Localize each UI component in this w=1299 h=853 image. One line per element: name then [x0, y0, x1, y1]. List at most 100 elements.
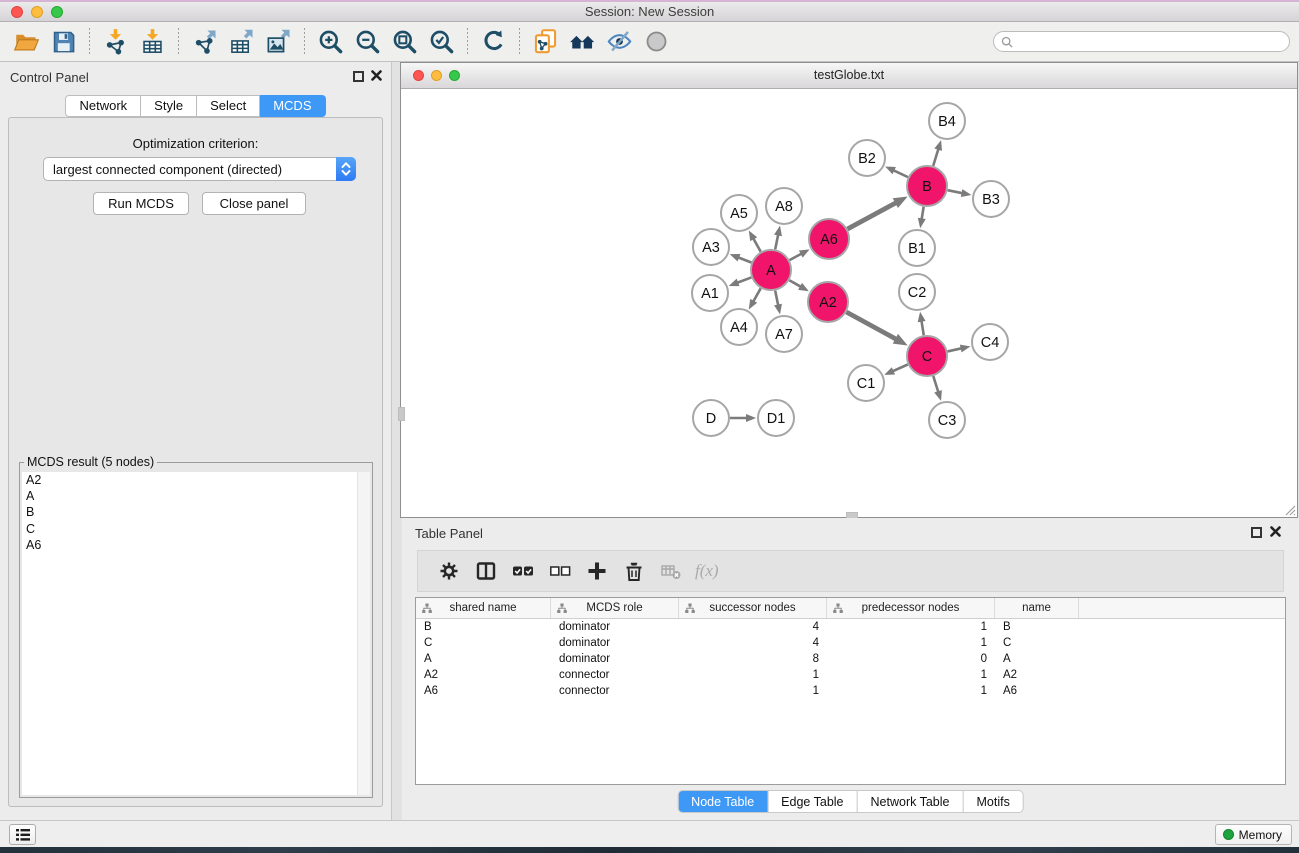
delete-table-button[interactable]	[652, 554, 689, 588]
graph-edge-A-A1[interactable]	[736, 277, 751, 283]
memory-button[interactable]: Memory	[1215, 824, 1292, 845]
column-header-successor-nodes[interactable]: successor nodes	[679, 598, 827, 618]
table-cell: 4	[679, 621, 827, 633]
task-history-button[interactable]	[9, 824, 36, 845]
column-header-predecessor-nodes[interactable]: predecessor nodes	[827, 598, 995, 618]
graph-edge-A-A4[interactable]	[753, 288, 761, 302]
export-network-button[interactable]	[186, 26, 223, 58]
table-row[interactable]: Cdominator41C	[416, 635, 1285, 651]
vertical-scroll-thumb[interactable]	[398, 407, 405, 421]
tab-network-table[interactable]: Network Table	[857, 791, 963, 812]
add-column-button[interactable]	[578, 554, 615, 588]
clone-network-button[interactable]	[527, 26, 564, 58]
column-layout-button[interactable]	[467, 554, 504, 588]
table-row[interactable]: A2connector11A2	[416, 667, 1285, 683]
open-session-button[interactable]	[8, 26, 45, 58]
refresh-button[interactable]	[475, 26, 512, 58]
graph-edge-B-B1[interactable]	[921, 207, 923, 221]
tab-select[interactable]: Select	[197, 95, 260, 117]
network-canvas[interactable]: B4B2BB3A5A8A6A3B1AA1C2A2A4A7C4CC1DD1C3	[401, 90, 1297, 517]
result-list-scrollbar[interactable]	[357, 472, 370, 795]
function-builder-button[interactable]: f(x)	[689, 561, 719, 581]
graph-edge-C-C2[interactable]	[921, 320, 923, 336]
mcds-result-box: MCDS result (5 nodes) A2ABCA6	[19, 455, 373, 798]
table-row[interactable]: Adominator80A	[416, 651, 1285, 667]
graph-edge-B-B2[interactable]	[892, 170, 908, 177]
export-table-button[interactable]	[223, 26, 260, 58]
graph-edge-B-B3[interactable]	[948, 190, 964, 193]
close-window-button[interactable]	[11, 6, 23, 18]
result-item[interactable]: B	[22, 504, 370, 520]
graph-edge-A-A5[interactable]	[753, 237, 761, 251]
graph-edge-A-A6[interactable]	[790, 253, 803, 260]
zoom-window-button[interactable]	[51, 6, 63, 18]
graph-node-label: A1	[701, 286, 719, 302]
export-image-button[interactable]	[260, 26, 297, 58]
tab-edge-table[interactable]: Edge Table	[767, 791, 856, 812]
graph-edge-B-B4[interactable]	[933, 148, 939, 166]
tab-node-table[interactable]: Node Table	[678, 791, 767, 812]
table-cell: A	[416, 653, 551, 665]
import-network-button[interactable]	[97, 26, 134, 58]
search-box	[993, 31, 1290, 52]
zoom-out-button[interactable]	[349, 26, 386, 58]
eye-icon	[643, 28, 670, 55]
resize-grip[interactable]	[1282, 502, 1296, 516]
network-minimize-button[interactable]	[431, 70, 442, 81]
column-settings-button[interactable]	[430, 554, 467, 588]
network-zoom-button[interactable]	[449, 70, 460, 81]
tab-motifs[interactable]: Motifs	[962, 791, 1022, 812]
close-panel-icon[interactable]	[370, 69, 383, 82]
table-row[interactable]: Bdominator41B	[416, 619, 1285, 635]
node-table-body: Bdominator41BCdominator41CAdominator80AA…	[416, 619, 1285, 699]
close-table-panel-icon[interactable]	[1269, 525, 1282, 538]
network-window-titlebar[interactable]: testGlobe.txt	[401, 63, 1297, 89]
result-item[interactable]: A	[22, 488, 370, 504]
delete-column-button[interactable]	[615, 554, 652, 588]
close-panel-button[interactable]: Close panel	[202, 192, 306, 215]
save-session-button[interactable]	[45, 26, 82, 58]
select-all-button[interactable]	[504, 554, 541, 588]
graph-edge-arrowhead	[934, 140, 942, 151]
zoom-selected-button[interactable]	[423, 26, 460, 58]
zoom-fit-button[interactable]	[386, 26, 423, 58]
graph-edge-C-C4[interactable]	[947, 348, 962, 351]
result-item[interactable]: C	[22, 521, 370, 537]
graph-edge-A6-B[interactable]	[847, 202, 897, 229]
table-cell: A2	[995, 669, 1079, 681]
table-row[interactable]: A6connector11A6	[416, 683, 1285, 699]
graph-edge-C-C3[interactable]	[933, 376, 938, 393]
zoom-in-button[interactable]	[312, 26, 349, 58]
graph-edge-A-A8[interactable]	[775, 233, 778, 249]
column-header-name[interactable]: name	[995, 598, 1079, 618]
graph-node-label: A	[766, 263, 776, 279]
float-panel-icon[interactable]	[353, 71, 364, 82]
float-table-panel-icon[interactable]	[1251, 527, 1262, 538]
column-header-shared-name[interactable]: shared name	[416, 598, 551, 618]
network-close-button[interactable]	[413, 70, 424, 81]
import-table-button[interactable]	[134, 26, 171, 58]
table-cell: 0	[827, 653, 995, 665]
hide-selected-button[interactable]	[601, 26, 638, 58]
graph-edge-C-C1[interactable]	[892, 364, 908, 371]
column-header-mcds-role[interactable]: MCDS role	[551, 598, 679, 618]
tab-style[interactable]: Style	[141, 95, 197, 117]
graph-edge-arrowhead	[729, 279, 740, 286]
deselect-all-button[interactable]	[541, 554, 578, 588]
run-mcds-button[interactable]: Run MCDS	[93, 192, 189, 215]
first-neighbors-button[interactable]	[564, 26, 601, 58]
result-item[interactable]: A6	[22, 537, 370, 553]
table-cell: C	[416, 637, 551, 649]
graph-edge-A2-C[interactable]	[846, 312, 897, 340]
tab-mcds[interactable]: MCDS	[260, 95, 325, 117]
criterion-dropdown[interactable]: largest connected component (directed)	[43, 157, 356, 181]
graph-edge-A-A7[interactable]	[775, 291, 778, 307]
show-all-button[interactable]	[638, 26, 675, 58]
search-input[interactable]	[1017, 33, 1289, 50]
result-item[interactable]: A2	[22, 472, 370, 488]
graph-edge-A-A2[interactable]	[789, 280, 802, 287]
minimize-window-button[interactable]	[31, 6, 43, 18]
graph-node-label: C2	[908, 285, 927, 301]
graph-edge-A-A3[interactable]	[737, 257, 751, 262]
tab-network[interactable]: Network	[65, 95, 141, 117]
